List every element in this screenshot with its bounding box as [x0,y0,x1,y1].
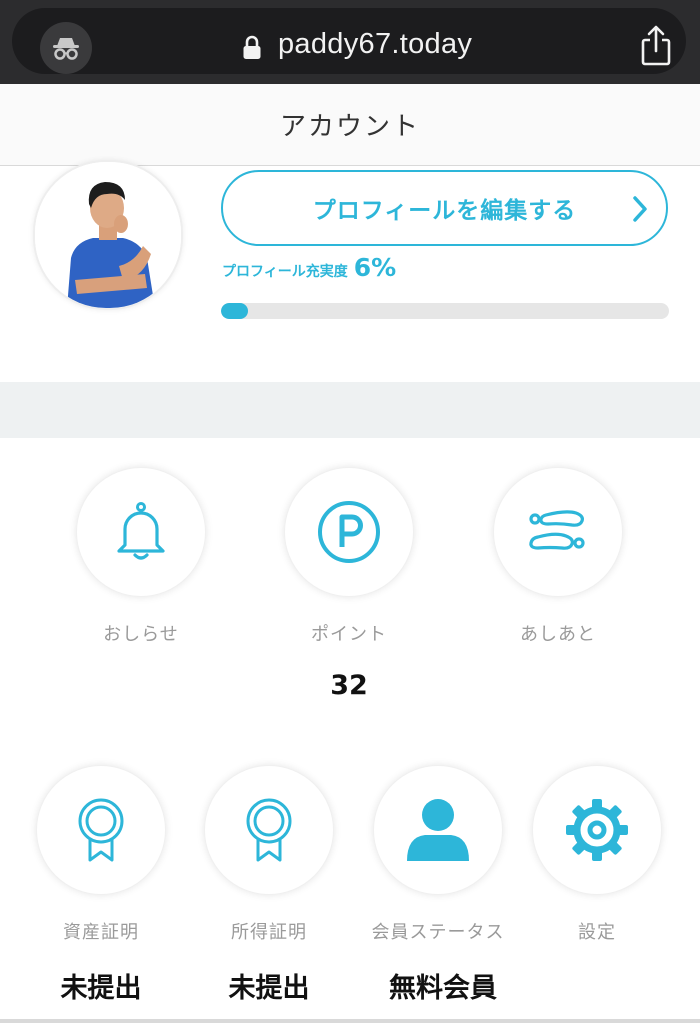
settings-label: 設定 [578,922,616,943]
page-header: アカウント [0,84,700,166]
income-certificate-button[interactable] [204,765,334,895]
lock-icon [243,35,261,59]
browser-toolbar: paddy67.today [0,0,700,84]
chevron-right-icon [633,196,647,222]
share-icon[interactable] [636,24,676,68]
edit-profile-label: プロフィールを編集する [312,198,577,224]
membership-status-label: 会員ステータス [371,922,505,943]
address-bar[interactable]: paddy67.today [12,8,686,74]
profile-progress-fill [221,303,248,319]
asset-certificate-status: 未提出 [60,973,142,1004]
url-text: paddy67.today [278,28,473,60]
bottom-divider [0,1019,700,1023]
membership-status-value: 無料会員 [389,973,497,1004]
notifications-button[interactable] [76,467,206,597]
membership-status-button[interactable] [373,765,503,895]
profile-completion-label: プロフィール充実度 [222,264,348,280]
avatar[interactable] [33,160,183,310]
asset-certificate-button[interactable] [36,765,166,895]
gear-icon [566,799,628,861]
ribbon-icon [78,798,124,862]
income-certificate-status: 未提出 [228,973,310,1004]
income-certificate-label: 所得証明 [231,922,307,943]
settings-button[interactable] [532,765,662,895]
points-label: ポイント [311,624,387,645]
points-value: 32 [330,670,368,701]
point-icon [318,501,380,563]
incognito-icon[interactable] [40,22,92,74]
section-divider [0,382,700,438]
bell-icon [117,502,165,560]
asset-certificate-label: 資産証明 [63,922,139,943]
profile-completion-value: 6% [353,253,397,282]
notifications-label: おしらせ [103,624,179,645]
points-button[interactable] [284,467,414,597]
person-icon [407,799,469,861]
avatar-photo [35,162,181,308]
footprints-icon [529,510,585,550]
ribbon-icon [246,798,292,862]
page-title: アカウント [279,112,420,142]
profile-progress-bar [221,303,669,319]
profile-completion: プロフィール充実度 6% [222,253,396,282]
edit-profile-button[interactable]: プロフィールを編集する [221,170,668,246]
footprints-button[interactable] [493,467,623,597]
footprints-label: あしあと [520,624,596,645]
